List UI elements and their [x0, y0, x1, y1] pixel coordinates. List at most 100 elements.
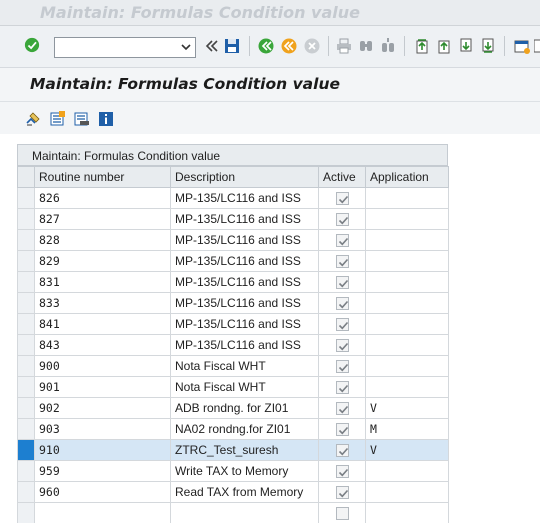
toolbar-separator [328, 36, 329, 56]
back-icon[interactable] [258, 38, 274, 54]
row-selector[interactable] [17, 502, 35, 523]
active-checkbox[interactable] [335, 507, 349, 520]
application-cell [365, 271, 449, 293]
toolbar-separator [504, 36, 505, 56]
active-checkbox[interactable] [335, 486, 349, 499]
display-change-icon[interactable] [25, 111, 41, 127]
row-selector[interactable] [17, 250, 35, 272]
row-selector[interactable] [17, 208, 35, 230]
active-cell [318, 208, 366, 230]
active-checkbox[interactable] [335, 276, 349, 289]
info-icon[interactable] [98, 111, 114, 127]
new-session-icon[interactable] [514, 38, 530, 54]
previous-page-icon[interactable] [436, 38, 452, 54]
active-checkbox[interactable] [335, 234, 349, 247]
cancel-icon[interactable] [304, 38, 320, 54]
description-cell: MP-135/LC116 and ISS [170, 208, 319, 230]
active-checkbox[interactable] [335, 192, 349, 205]
last-page-icon[interactable] [480, 38, 496, 54]
find-icon[interactable] [358, 38, 374, 54]
application-cell [365, 460, 449, 482]
layout-icon[interactable] [534, 38, 540, 54]
check-icon [338, 447, 348, 456]
application-toolbar [0, 102, 540, 134]
enter-icon[interactable] [24, 37, 40, 53]
table-row[interactable]: 960 Read TAX from Memory [17, 481, 449, 503]
row-selector[interactable] [17, 292, 35, 314]
save-icon[interactable] [224, 38, 240, 54]
active-checkbox[interactable] [335, 318, 349, 331]
table-row[interactable]: 843 MP-135/LC116 and ISS [17, 334, 449, 356]
active-cell [318, 502, 366, 523]
check-icon [338, 384, 348, 393]
find-next-icon[interactable] [380, 38, 396, 54]
active-checkbox[interactable] [335, 339, 349, 352]
row-selector[interactable] [17, 313, 35, 335]
active-checkbox[interactable] [335, 423, 349, 436]
row-selector[interactable] [17, 271, 35, 293]
column-header-application[interactable]: Application [365, 166, 449, 188]
active-checkbox[interactable] [335, 444, 349, 457]
active-checkbox[interactable] [335, 213, 349, 226]
active-cell [318, 271, 366, 293]
command-field[interactable] [54, 37, 196, 58]
table-row[interactable]: 833 MP-135/LC116 and ISS [17, 292, 449, 314]
row-selector[interactable] [17, 355, 35, 377]
table-row[interactable]: 902 ADB rondng. for ZI01 V [17, 397, 449, 419]
table-row[interactable]: 903 NA02 rondng.for ZI01 M [17, 418, 449, 440]
active-cell [318, 460, 366, 482]
table-row[interactable]: 826 MP-135/LC116 and ISS [17, 187, 449, 209]
description-cell: MP-135/LC116 and ISS [170, 250, 319, 272]
active-checkbox[interactable] [335, 402, 349, 415]
active-checkbox[interactable] [335, 255, 349, 268]
row-selector[interactable] [17, 439, 35, 461]
description-cell: Nota Fiscal WHT [170, 376, 319, 398]
column-header-description[interactable]: Description [170, 166, 319, 188]
application-cell: V [365, 397, 449, 419]
table-row[interactable]: 959 Write TAX to Memory [17, 460, 449, 482]
application-cell: M [365, 418, 449, 440]
row-selector[interactable] [17, 397, 35, 419]
description-cell: ZTRC_Test_suresh [170, 439, 319, 461]
new-entries-icon[interactable] [49, 111, 65, 127]
application-cell [365, 313, 449, 335]
row-selector[interactable] [17, 460, 35, 482]
routine-number-cell: 833 [34, 292, 171, 314]
row-selector[interactable] [17, 334, 35, 356]
table-row[interactable]: 829 MP-135/LC116 and ISS [17, 250, 449, 272]
column-header-active[interactable]: Active [318, 166, 366, 188]
table-row[interactable]: 841 MP-135/LC116 and ISS [17, 313, 449, 335]
active-checkbox[interactable] [335, 465, 349, 478]
select-all-cell[interactable] [17, 166, 35, 188]
next-page-icon[interactable] [458, 38, 474, 54]
exit-icon[interactable] [281, 38, 297, 54]
table-row[interactable]: 831 MP-135/LC116 and ISS [17, 271, 449, 293]
routine-number-cell: 831 [34, 271, 171, 293]
row-selector[interactable] [17, 481, 35, 503]
row-selector[interactable] [17, 187, 35, 209]
table-row[interactable]: 828 MP-135/LC116 and ISS [17, 229, 449, 251]
table-row[interactable]: 827 MP-135/LC116 and ISS [17, 208, 449, 230]
column-header-routine-number[interactable]: Routine number [34, 166, 171, 188]
delete-entries-icon[interactable] [73, 111, 89, 127]
table-row[interactable]: 910 ZTRC_Test_suresh V [17, 439, 449, 461]
row-selector[interactable] [17, 376, 35, 398]
row-selector[interactable] [17, 418, 35, 440]
collapse-double-chevron-icon[interactable] [204, 38, 220, 54]
table-row[interactable] [17, 502, 449, 523]
print-icon[interactable] [336, 38, 352, 54]
page-title: Maintain: Formulas Condition value [30, 75, 340, 93]
table-row[interactable]: 900 Nota Fiscal WHT [17, 355, 449, 377]
first-page-icon[interactable] [414, 38, 430, 54]
toolbar-separator [404, 36, 405, 56]
table-row[interactable]: 901 Nota Fiscal WHT [17, 376, 449, 398]
check-icon [338, 405, 348, 414]
active-checkbox[interactable] [335, 381, 349, 394]
description-cell [170, 502, 319, 523]
row-selector[interactable] [17, 229, 35, 251]
active-checkbox[interactable] [335, 297, 349, 310]
chevron-down-icon[interactable] [180, 41, 192, 53]
routine-number-cell: 910 [34, 439, 171, 461]
active-checkbox[interactable] [335, 360, 349, 373]
application-cell: V [365, 439, 449, 461]
